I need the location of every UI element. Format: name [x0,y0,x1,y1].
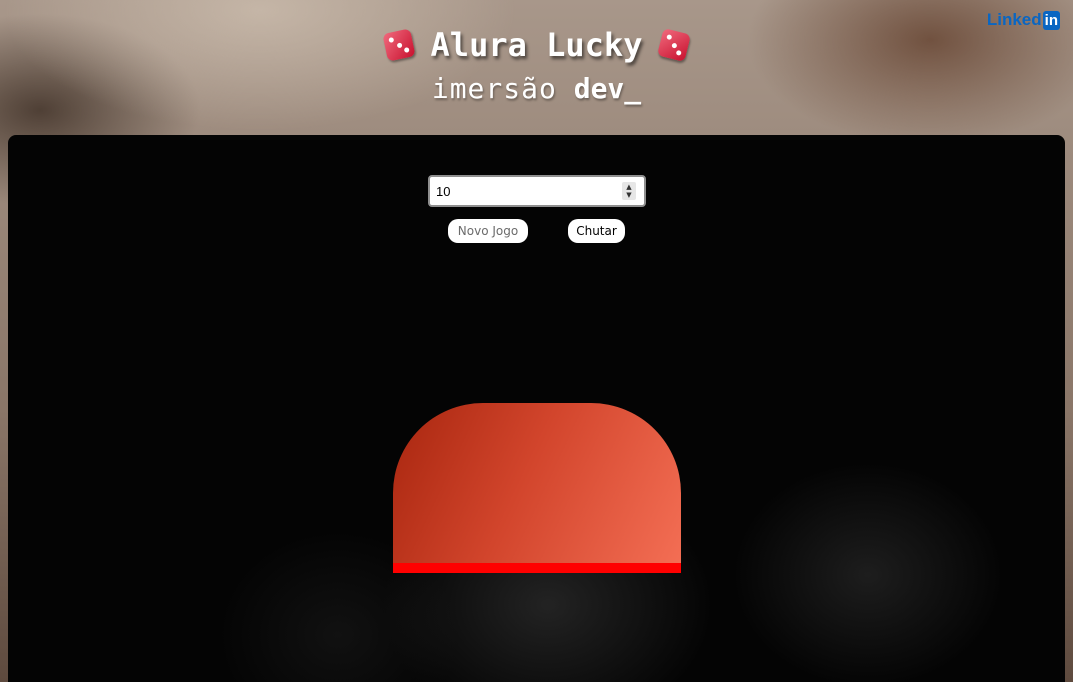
chevron-up-icon[interactable]: ▲ [626,183,631,191]
page-header: Alura Lucky imersão dev_ Linked in [0,0,1073,135]
page-subtitle: imersão dev_ [0,72,1073,105]
guess-number-input[interactable]: 10 ▲ ▼ [428,175,646,207]
guess-input-value: 10 [436,183,451,199]
game-panel: 10 ▲ ▼ Novo Jogo Chutar [8,135,1065,682]
page-title: Alura Lucky [0,26,1073,64]
linkedin-link[interactable]: Linked in [987,9,1060,31]
subtitle-light: imersão [431,72,557,105]
red-die-icon [657,28,692,62]
result-dome [393,403,681,573]
linkedin-icon: in [1042,10,1060,30]
result-dome-bar [393,563,681,573]
subtitle-bold: dev_ [573,72,642,105]
number-stepper[interactable]: ▲ ▼ [622,182,636,200]
red-die-icon [381,28,416,62]
chevron-down-icon[interactable]: ▼ [626,191,631,199]
guess-button[interactable]: Chutar [568,219,625,243]
linkedin-text: Linked [986,10,1042,29]
title-text: Alura Lucky [430,26,643,64]
new-game-button[interactable]: Novo Jogo [448,219,528,243]
